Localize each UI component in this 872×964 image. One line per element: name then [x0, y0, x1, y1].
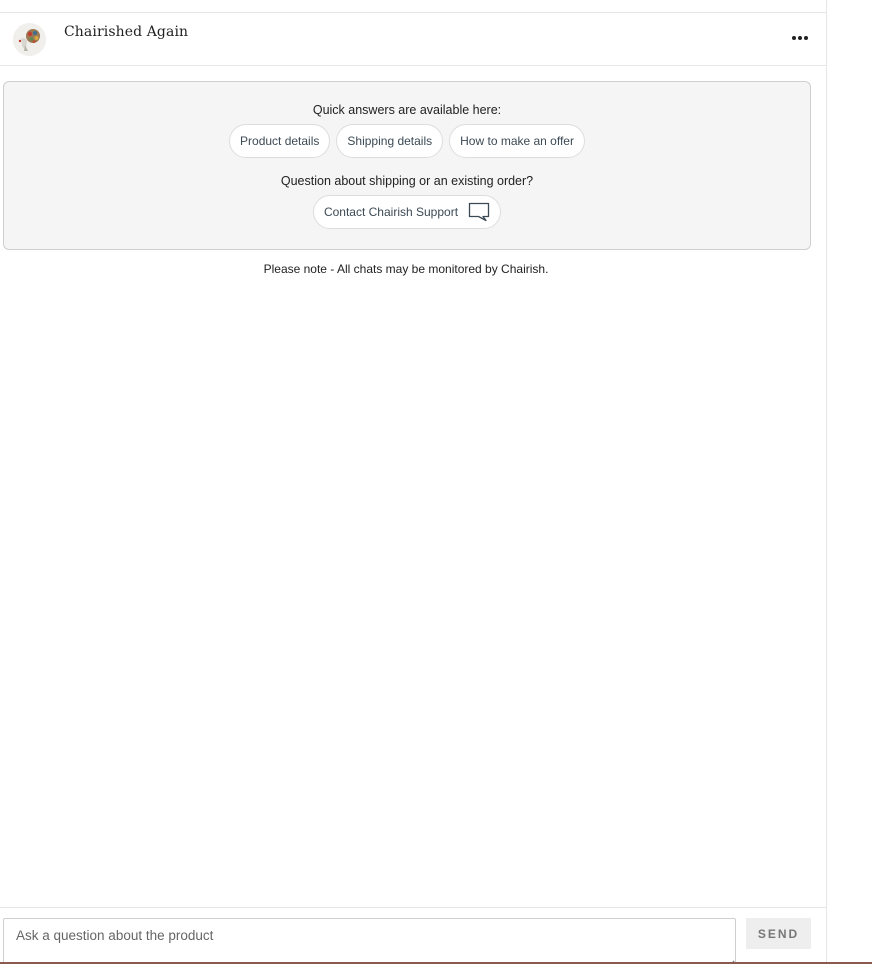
support-question-heading: Question about shipping or an existing o… — [280, 174, 534, 188]
quick-answer-chips: Product details Shipping details How to … — [4, 124, 810, 158]
quick-answers-heading: Quick answers are available here: — [312, 103, 502, 117]
seller-avatar-image-icon — [13, 23, 46, 56]
contact-support-label: Contact Chairish Support — [323, 205, 459, 219]
message-composer: SEND — [0, 907, 826, 964]
more-options-icon — [798, 36, 802, 40]
seller-name[interactable]: Chairished Again — [64, 24, 188, 40]
send-button[interactable]: SEND — [746, 918, 811, 949]
chat-bubble-icon — [468, 202, 490, 222]
product-details-chip[interactable]: Product details — [229, 124, 331, 158]
chat-page: Chairished Again Quick answers are avail… — [0, 0, 872, 964]
support-row: Contact Chairish Support — [4, 195, 810, 229]
message-input[interactable] — [3, 918, 736, 964]
monitoring-notice: Please note - All chats may be monitored… — [263, 262, 549, 276]
more-options-icon — [792, 36, 796, 40]
quick-answers-panel: Quick answers are available here: Produc… — [3, 81, 811, 250]
shipping-details-chip[interactable]: Shipping details — [336, 124, 444, 158]
more-options-icon — [804, 36, 808, 40]
seller-avatar[interactable] — [13, 23, 46, 56]
contact-support-button[interactable]: Contact Chairish Support — [312, 195, 502, 229]
chat-panel: Chairished Again Quick answers are avail… — [0, 0, 827, 964]
more-options-button[interactable] — [786, 27, 814, 47]
make-offer-chip[interactable]: How to make an offer — [449, 124, 585, 158]
chat-header: Chairished Again — [0, 13, 826, 66]
